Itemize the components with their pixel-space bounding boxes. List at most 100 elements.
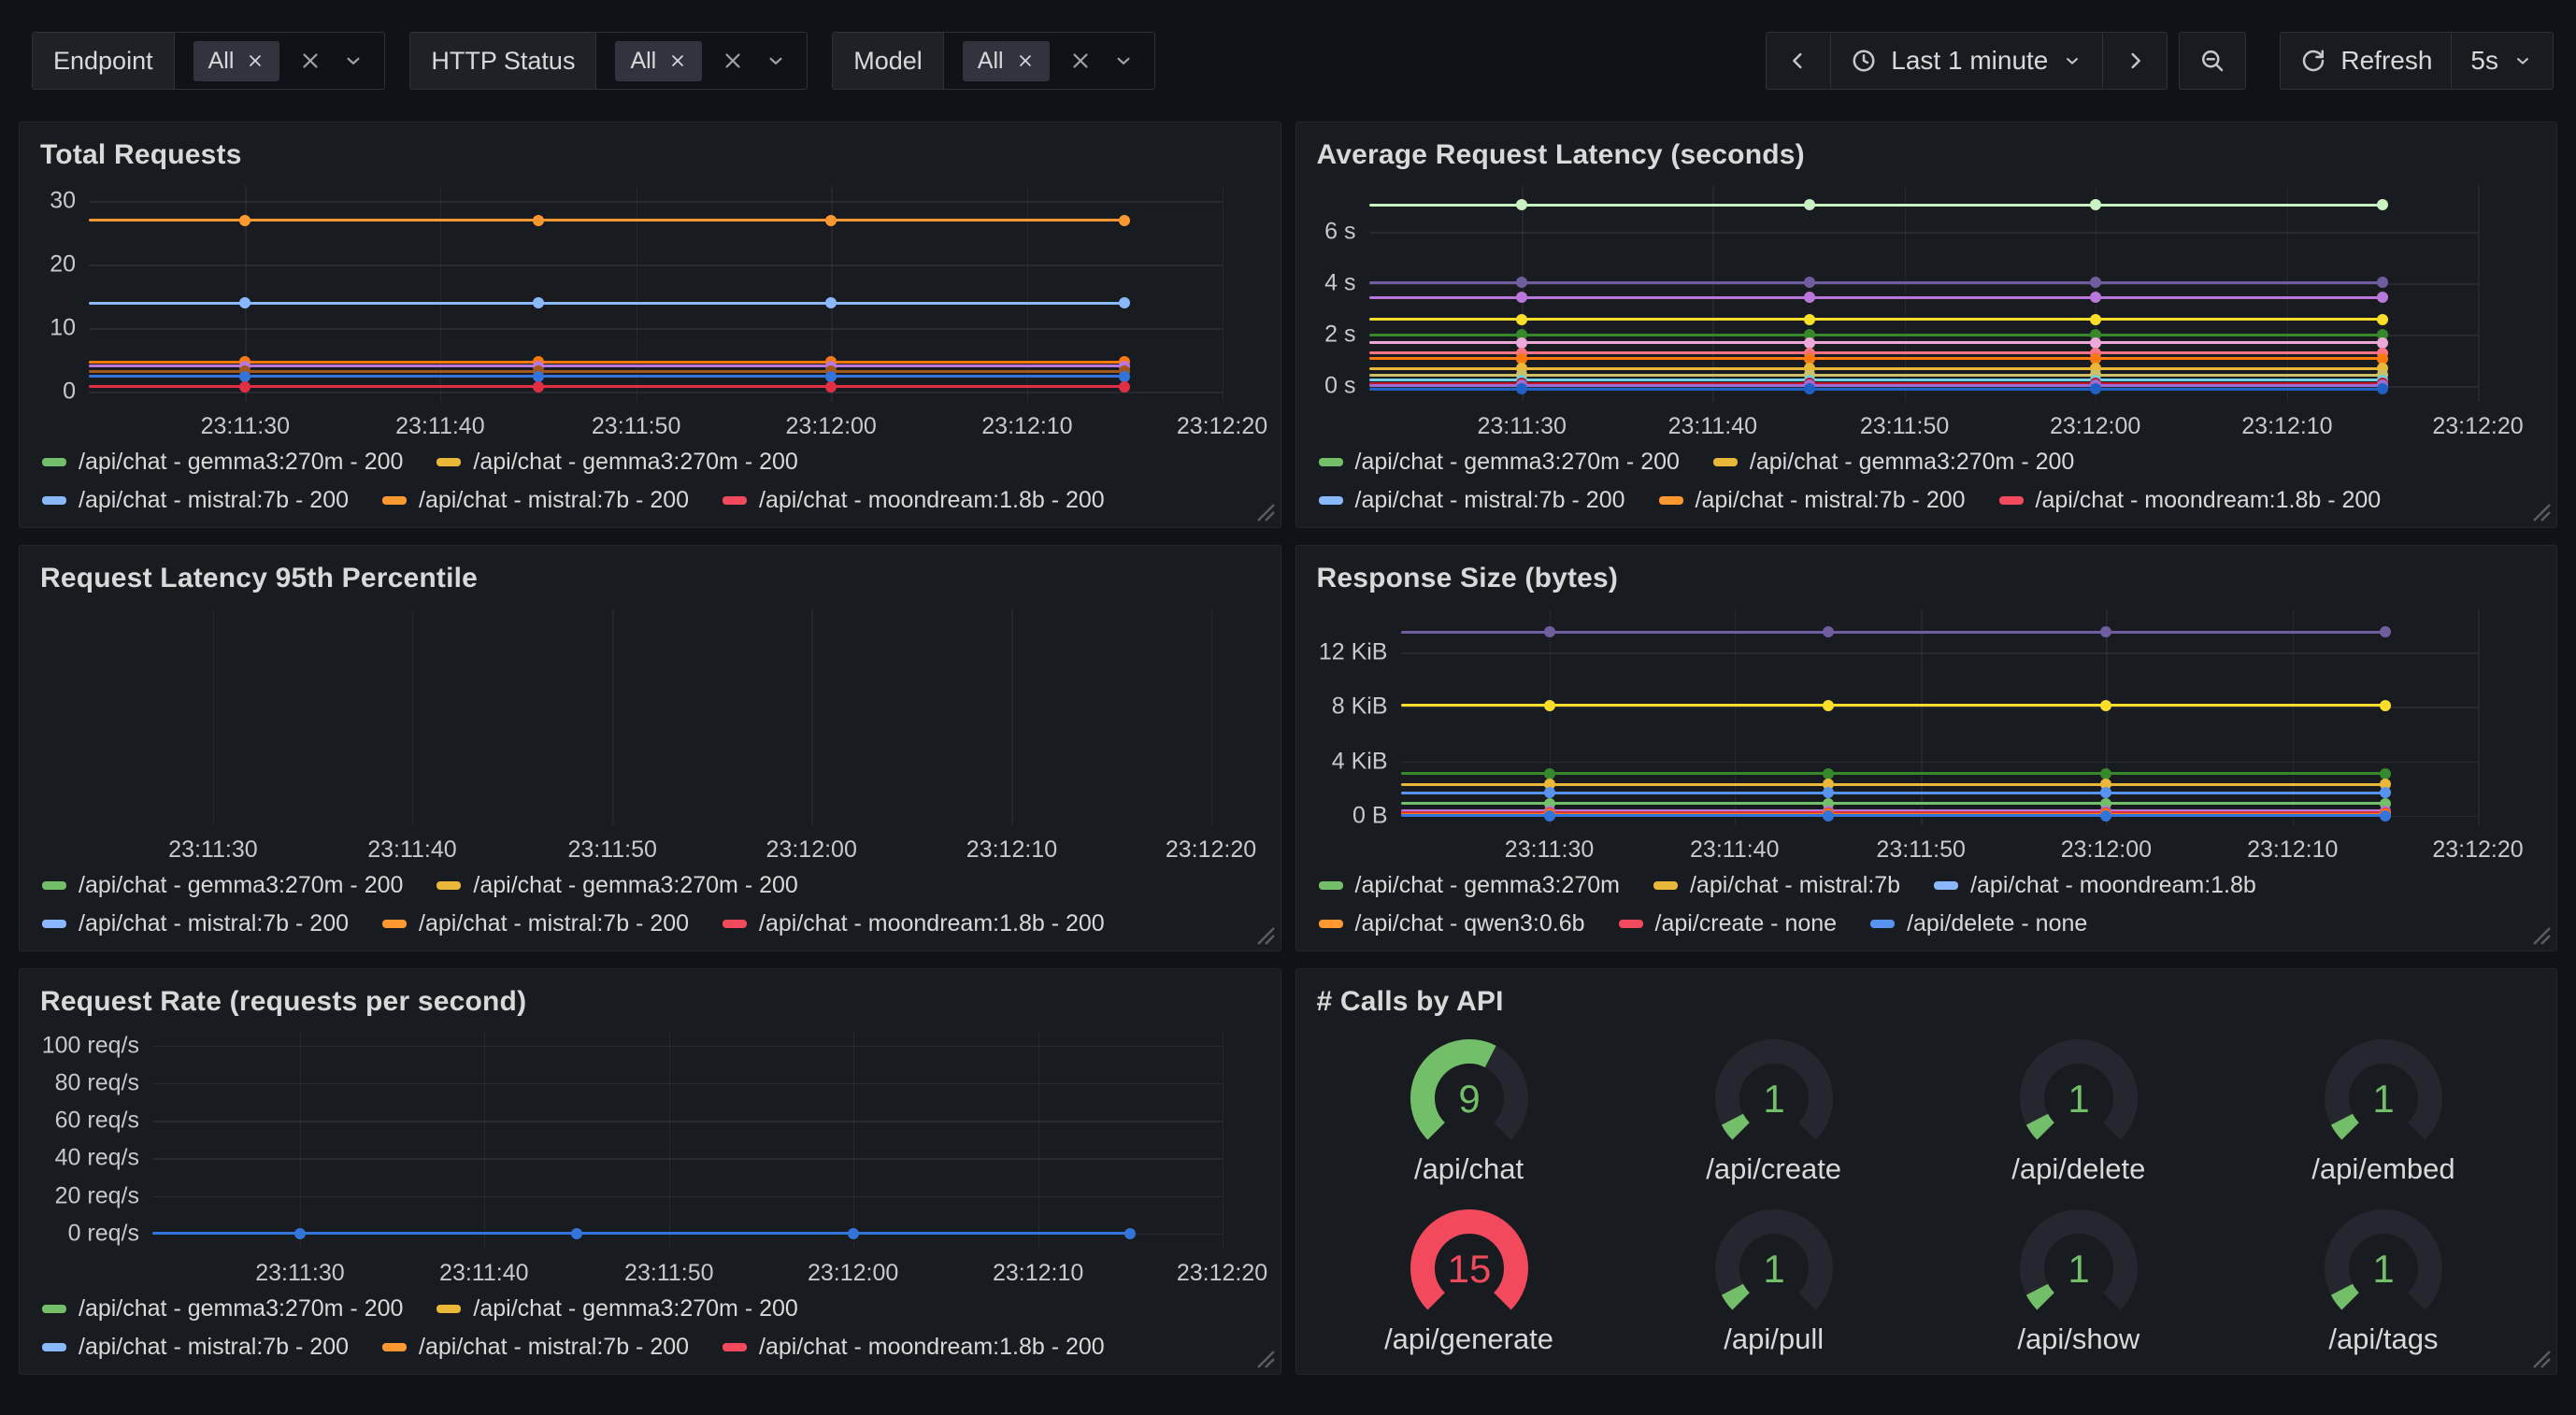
legend-swatch: [42, 458, 66, 466]
filter-http-status-dropdown[interactable]: All: [596, 33, 807, 89]
filter-group-http-status: HTTP Status All: [409, 32, 808, 90]
gauge-value: 1: [2068, 1247, 2089, 1291]
legend-item[interactable]: /api/chat - mistral:7b - 200: [382, 487, 689, 514]
data-point: [2380, 700, 2391, 711]
chart-area: 0 B4 KiB8 KiB12 KiB: [1317, 596, 2537, 826]
legend-item[interactable]: /api/chat - gemma3:270m - 200: [42, 1295, 403, 1322]
legend-label: /api/chat - mistral:7b - 200: [79, 1334, 349, 1361]
panel-title[interactable]: Average Request Latency (seconds): [1317, 137, 2537, 173]
legend-item[interactable]: /api/chat - mistral:7b - 200: [1319, 487, 1625, 514]
legend-label: /api/chat - gemma3:270m - 200: [1750, 449, 2074, 476]
legend-item[interactable]: /api/chat - gemma3:270m: [1319, 872, 1620, 899]
data-point: [2377, 383, 2388, 394]
data-point: [1544, 787, 1555, 798]
clear-filter-icon[interactable]: [298, 49, 322, 73]
legend-item[interactable]: /api/chat - qwen3:0.6b: [1319, 910, 1585, 937]
template-variable-filters: Endpoint All HTTP Status All: [32, 32, 1155, 90]
refresh-interval-picker[interactable]: 5s: [2451, 33, 2553, 89]
legend-label: /api/chat - mistral:7b - 200: [1696, 487, 1966, 514]
y-axis-label: 8 KiB: [1332, 693, 1388, 721]
gridline-horizontal: [152, 1083, 1223, 1085]
panel-resize-handle[interactable]: [2530, 501, 2551, 522]
gridline-horizontal: [1369, 232, 2479, 234]
legend-item[interactable]: /api/chat - mistral:7b - 200: [382, 910, 689, 937]
panel-title[interactable]: Request Rate (requests per second): [40, 984, 1260, 1020]
gridline-horizontal: [1401, 762, 2479, 764]
legend-item[interactable]: /api/chat - gemma3:270m - 200: [436, 872, 797, 899]
panel-title[interactable]: # Calls by API: [1317, 984, 2537, 1020]
legend-item[interactable]: /api/chat - gemma3:270m - 200: [436, 449, 797, 476]
chevron-down-icon: [2061, 50, 2083, 72]
legend-item[interactable]: /api/delete - none: [1870, 910, 2087, 937]
data-point: [533, 381, 544, 393]
legend-swatch: [42, 881, 66, 890]
gauge-arc: 1: [1996, 1199, 2161, 1322]
legend-swatch: [382, 1343, 407, 1351]
legend-item[interactable]: /api/chat - gemma3:270m - 200: [1713, 449, 2074, 476]
time-range-picker[interactable]: Last 1 minute: [1830, 33, 2102, 89]
zoom-out-time-button[interactable]: [2180, 33, 2245, 89]
legend-item[interactable]: /api/chat - mistral:7b - 200: [1659, 487, 1966, 514]
x-axis-label: 23:12:00: [2050, 413, 2140, 440]
legend-item[interactable]: /api/chat - gemma3:270m - 200: [42, 449, 403, 476]
legend-item[interactable]: /api/chat - moondream:1.8b - 200: [1999, 487, 2382, 514]
tag-remove-icon[interactable]: [1016, 51, 1035, 70]
filter-endpoint-dropdown[interactable]: All: [175, 33, 385, 89]
filter-selected-tag[interactable]: All: [615, 41, 702, 81]
panel-title[interactable]: Response Size (bytes): [1317, 561, 2537, 596]
legend-item[interactable]: /api/chat - moondream:1.8b - 200: [723, 487, 1105, 514]
filter-model-dropdown[interactable]: All: [944, 33, 1154, 89]
panel-resize-handle[interactable]: [1254, 1348, 1275, 1368]
legend-label: /api/chat - mistral:7b - 200: [419, 1334, 689, 1361]
tag-remove-icon[interactable]: [668, 51, 687, 70]
refresh-button[interactable]: Refresh: [2281, 33, 2451, 89]
legend-item[interactable]: /api/chat - mistral:7b - 200: [42, 910, 349, 937]
filter-selected-tag[interactable]: All: [963, 41, 1050, 81]
legend-item[interactable]: /api/chat - mistral:7b - 200: [42, 487, 349, 514]
legend-item[interactable]: /api/chat - mistral:7b: [1653, 872, 1900, 899]
x-axis: 23:11:3023:11:4023:11:5023:12:0023:12:10…: [53, 825, 1211, 868]
gauge-arc: 1: [1996, 1029, 2161, 1152]
legend-item[interactable]: /api/chat - gemma3:270m - 200: [436, 1295, 797, 1322]
panel-resize-handle[interactable]: [2530, 1348, 2551, 1368]
legend-item[interactable]: /api/create - none: [1619, 910, 1838, 937]
time-shift-forward-button[interactable]: [2102, 33, 2167, 89]
panel-resize-handle[interactable]: [1254, 924, 1275, 945]
legend-row: /api/chat - gemma3:270m - 200/api/chat -…: [42, 449, 1260, 476]
panel-resize-handle[interactable]: [1254, 501, 1275, 522]
legend-label: /api/chat - gemma3:270m - 200: [473, 449, 797, 476]
data-point: [2100, 768, 2111, 779]
filter-selected-tag[interactable]: All: [193, 41, 280, 81]
data-point: [2090, 292, 2101, 303]
legend-label: /api/chat - qwen3:0.6b: [1355, 910, 1585, 937]
legend-item[interactable]: /api/chat - mistral:7b - 200: [42, 1334, 349, 1361]
legend-item[interactable]: /api/chat - moondream:1.8b: [1934, 872, 2256, 899]
clear-filter-icon[interactable]: [721, 49, 745, 73]
tag-remove-icon[interactable]: [246, 51, 265, 70]
legend-label: /api/chat - moondream:1.8b: [1970, 872, 2256, 899]
panel-resize-handle[interactable]: [2530, 924, 2551, 945]
panel-title[interactable]: Request Latency 95th Percentile: [40, 561, 1260, 596]
legend-item[interactable]: /api/chat - mistral:7b - 200: [382, 1334, 689, 1361]
legend-item[interactable]: /api/chat - moondream:1.8b - 200: [723, 1334, 1105, 1361]
legend-item[interactable]: /api/chat - moondream:1.8b - 200: [723, 910, 1105, 937]
filter-tag-text: All: [630, 48, 656, 75]
legend-label: /api/chat - gemma3:270m: [1355, 872, 1620, 899]
gridline-horizontal: [89, 201, 1223, 203]
time-shift-back-button[interactable]: [1767, 33, 1830, 89]
panel-title[interactable]: Total Requests: [40, 137, 1260, 173]
data-point: [1804, 292, 1815, 303]
legend-row: /api/chat - gemma3:270m - 200/api/chat -…: [42, 1295, 1260, 1322]
gauge-api-delete: 1/api/delete: [1926, 1023, 2231, 1193]
data-point: [825, 297, 837, 308]
data-point: [533, 215, 544, 226]
clear-filter-icon[interactable]: [1068, 49, 1093, 73]
data-point: [1544, 810, 1555, 822]
data-point: [1544, 768, 1555, 779]
gridline-vertical: [1211, 609, 1213, 826]
legend-item[interactable]: /api/chat - gemma3:270m - 200: [1319, 449, 1680, 476]
chevron-down-icon: [1111, 49, 1136, 73]
gridline-vertical: [811, 609, 813, 826]
legend-item[interactable]: /api/chat - gemma3:270m - 200: [42, 872, 403, 899]
y-axis-label: 0 s: [1324, 373, 1355, 400]
